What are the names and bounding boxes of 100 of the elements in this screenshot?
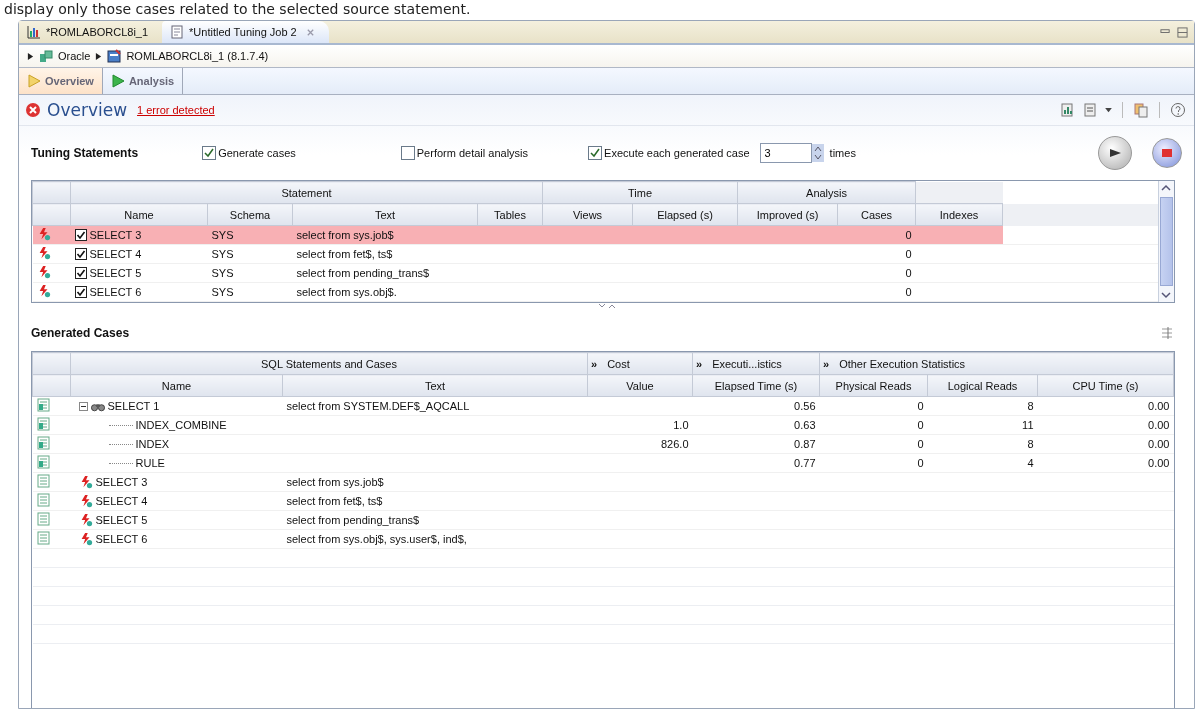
copy-icon[interactable] (1133, 102, 1149, 118)
table-cell: 0 (837, 244, 916, 264)
scrollbar[interactable] (1158, 181, 1174, 302)
table-cell: 0 (819, 453, 928, 473)
checkbox[interactable] (202, 146, 217, 160)
checkbox[interactable] (74, 267, 87, 279)
table-cell: SELECT 1 (107, 400, 160, 412)
table-cell: INDEX_COMBINE (135, 419, 227, 431)
breadcrumb-item[interactable]: ROMLABORCL8i_1 (8.1.7.4) (126, 50, 269, 62)
section-title: Tuning Statements (31, 146, 139, 160)
table-cell: 826.0 (587, 434, 693, 454)
table-cell: SELECT 6 (89, 286, 142, 298)
grid-icon (36, 417, 51, 431)
column-header[interactable]: Name (70, 203, 208, 226)
table-cell: 8 (927, 434, 1038, 454)
maximize-icon[interactable] (1177, 26, 1188, 38)
table-cell: 1.0 (587, 415, 693, 435)
table-cell: select from SYSTEM.DEF$_AQCALL (282, 396, 588, 416)
caption-text: display only those cases related to the selected source statement. (3, 0, 472, 18)
table-cell: 0.63 (692, 415, 820, 435)
table-cell: select from sys.job$ (282, 472, 588, 492)
database-icon (39, 49, 53, 63)
table-cell: 0 (819, 415, 928, 435)
table-cell: SELECT 5 (89, 267, 142, 279)
table-cell: INDEX (135, 438, 170, 450)
column-header[interactable]: Text (282, 374, 588, 397)
table-cell: SELECT 4 (89, 248, 142, 260)
table-cell: 0 (837, 263, 916, 283)
column-group-header: Statement (70, 181, 543, 204)
table-cell: select from pending_trans$ (292, 263, 478, 283)
table-cell: 0.00 (1037, 396, 1174, 416)
arrow-right-icon (27, 51, 34, 61)
table-cell: SYS (207, 244, 293, 264)
filter-icon[interactable] (1159, 325, 1175, 341)
server-icon (107, 49, 122, 63)
editor-tab[interactable]: *ROMLABORCL8i_1 (19, 21, 163, 43)
table-cell: 0 (819, 396, 928, 416)
table-cell: select from sys.obj$, sys.user$, ind$, (282, 529, 588, 549)
checkbox[interactable] (400, 146, 415, 160)
bar-chart-icon (27, 25, 41, 39)
times-field[interactable]: 3 (759, 143, 812, 163)
column-header[interactable]: Indexes (915, 203, 1003, 226)
list-icon (36, 512, 51, 526)
column-group-header[interactable]: SQL Statements and Cases (70, 352, 588, 375)
checkbox[interactable] (588, 146, 603, 160)
grid-icon (36, 455, 51, 469)
section-title: Generated Cases (31, 326, 130, 340)
table-cell: 0.00 (1037, 453, 1174, 473)
collapse-toggle-icon[interactable] (78, 401, 88, 411)
table-cell: 0.87 (692, 434, 820, 454)
table-cell: RULE (135, 457, 165, 469)
play-icon (27, 74, 41, 88)
table-cell: 0 (837, 282, 916, 302)
table-cell: 8 (927, 396, 1038, 416)
column-group-header: Time (542, 181, 738, 204)
arrow-right-icon (95, 51, 103, 61)
table-cell: 0.77 (692, 453, 820, 473)
sash-grip-icon[interactable] (596, 303, 617, 309)
table-cell: SELECT 6 (95, 533, 148, 545)
error-icon (25, 102, 41, 118)
table-cell: select from pending_trans$ (282, 510, 588, 530)
column-group-header[interactable]: » Other Execution Statistics (819, 352, 1174, 375)
checkbox[interactable] (74, 248, 87, 260)
table-cell: 0.00 (1037, 434, 1174, 454)
checkbox[interactable] (74, 286, 87, 298)
list-icon (36, 531, 51, 545)
editor-tab[interactable]: *Untitled Tuning Job 2 (162, 21, 329, 43)
statement-row[interactable]: SELECT 6 SYS select from sys.obj$. 0 (32, 282, 1159, 302)
help-icon[interactable] (1170, 102, 1186, 118)
caret-icon[interactable] (1105, 107, 1112, 113)
play-icon (110, 74, 125, 88)
table-cell: 0.56 (692, 396, 820, 416)
statement-row[interactable]: SELECT 4 SYS select from fet$, ts$ 0 (32, 244, 1159, 264)
page-tab[interactable]: Analysis (102, 68, 184, 94)
close-icon[interactable] (305, 27, 315, 37)
statement-row[interactable]: SELECT 3 SYS select from sys.job$ 0 (32, 225, 1159, 245)
page-tab[interactable]: Overview (19, 68, 103, 94)
column-header[interactable]: CPU Time (s) (1037, 374, 1174, 397)
column-header[interactable]: Name (70, 374, 283, 397)
column-group-header[interactable]: » Cost (587, 352, 693, 375)
grid-icon (36, 436, 51, 450)
table-cell: SYS (207, 282, 293, 302)
column-group-header[interactable]: » Executi...istics (692, 352, 820, 375)
table-cell: SELECT 5 (95, 514, 148, 526)
breadcrumb-item[interactable]: Oracle (58, 50, 91, 62)
table-cell: SELECT 3 (89, 229, 142, 241)
column-header[interactable]: Text (292, 203, 478, 226)
table-cell: select from sys.obj$. (292, 282, 478, 302)
list-icon (36, 493, 51, 507)
column-group-header: Analysis (737, 181, 916, 204)
error-link[interactable]: 1 error detected (137, 104, 215, 116)
table-cell: 4 (927, 453, 1038, 473)
document-icon (170, 25, 185, 39)
checkbox[interactable] (74, 229, 87, 241)
table-cell: SYS (207, 263, 293, 283)
run-button[interactable] (1098, 136, 1132, 170)
stop-button[interactable] (1152, 138, 1182, 168)
table-cell: SELECT 3 (95, 476, 148, 488)
statement-row[interactable]: SELECT 5 SYS select from pending_trans$ 0 (32, 263, 1159, 283)
table-cell: select from fet$, ts$ (282, 491, 588, 511)
